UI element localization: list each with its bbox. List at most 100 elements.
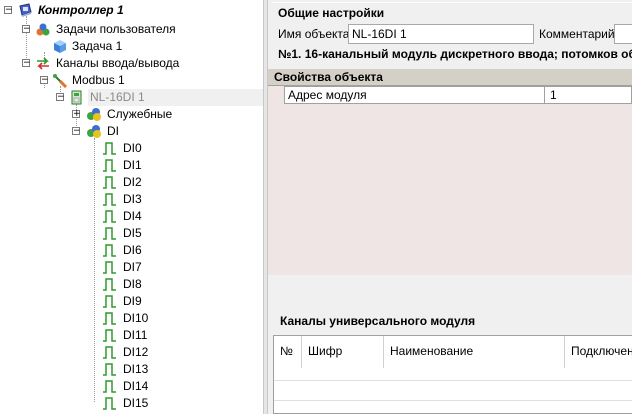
tree-item-label: DI14 [123,379,149,393]
tree-item-label: DI7 [123,260,142,274]
tree-item-label: Служебные [107,107,173,121]
group-icon [87,125,101,138]
controller-icon [19,3,32,17]
tree-item-label: DI10 [123,311,149,325]
digital-pulse-icon [103,227,116,240]
group-icon [87,108,101,121]
object-name-input[interactable]: NL-16DI 1 [348,24,534,44]
io-channels-icon [37,57,49,70]
digital-pulse-icon [103,295,116,308]
task-cube-icon [54,40,66,53]
digital-pulse-icon [103,363,116,376]
tree-item-label: DI4 [123,209,142,223]
digital-pulse-icon [103,329,116,342]
tree-item-di-channel[interactable]: DI15 [0,395,263,412]
properties-panel: Общие настройки Имя объекта NL-16DI 1 Ко… [268,0,632,414]
digital-pulse-icon [103,312,116,325]
collapse-icon[interactable]: − [4,6,13,15]
tree-item-di-channel[interactable]: DI13 [0,361,263,378]
divider [274,380,632,381]
expand-icon[interactable]: + [72,110,81,119]
tree-item-di-channel[interactable]: DI14 [0,378,263,395]
object-properties-title: Свойства объекта [274,70,383,84]
object-name-label: Имя объекта [278,27,350,41]
tree-item-controller[interactable]: − Контроллер 1 [0,2,263,19]
tree-item-label: DI13 [123,362,149,376]
digital-pulse-icon [103,159,116,172]
property-value[interactable]: 1 [550,88,557,102]
tree-item-label: Каналы ввода/вывода [56,56,180,70]
digital-pulse-icon [103,142,116,155]
column-header-name[interactable]: Наименование [384,336,565,368]
tree-item-label: NL-16DI 1 [88,89,263,106]
digital-pulse-icon [103,380,116,393]
tree-item-di-channel[interactable]: DI12 [0,344,263,361]
digital-pulse-icon [103,176,116,189]
column-header-code[interactable]: Шифр [302,336,384,368]
object-properties-grid: Адрес модуля 1 [268,86,632,275]
divider [544,87,545,103]
tree-item-label: DI6 [123,243,142,257]
tree-item-di-channel[interactable]: DI11 [0,327,263,344]
tree-item-di-channel[interactable]: DI9 [0,293,263,310]
digital-pulse-icon [103,278,116,291]
tree-item-label: Задачи пользователя [56,22,176,36]
digital-pulse-icon [103,210,116,223]
collapse-icon[interactable]: − [72,127,81,136]
tree-item-label: DI12 [123,345,149,359]
digital-pulse-icon [103,261,116,274]
tree-item-task1[interactable]: Задача 1 [0,38,263,55]
property-row[interactable]: Адрес модуля 1 [284,86,632,104]
tree-item-user-tasks[interactable]: − Задачи пользователя [0,21,263,38]
tree-item-label: DI2 [123,175,142,189]
modbus-icon [53,74,68,88]
digital-pulse-icon [103,346,116,359]
tree-item-di-group[interactable]: − DI [0,123,263,140]
object-tree[interactable]: − Контроллер 1 − Задачи пользователя Зад… [0,0,263,414]
object-properties-header: Свойства объекта [268,69,632,86]
tree-item-label: DI15 [123,396,149,410]
tree-item-label: DI0 [123,141,142,155]
tree-item-di-channel[interactable]: DI8 [0,276,263,293]
property-name: Адрес модуля [288,88,367,102]
comment-label: Комментарий [539,27,615,41]
tree-item-di-channel[interactable]: DI1 [0,157,263,174]
tree-item-label: Задача 1 [72,39,123,53]
column-header-connected[interactable]: Подключен [565,336,632,368]
tree-item-di-channel[interactable]: DI0 [0,140,263,157]
tree-item-label: DI11 [123,328,148,342]
collapse-icon[interactable]: − [22,25,31,34]
divider [274,400,632,401]
digital-pulse-icon [103,397,116,410]
tree-item-di-channel[interactable]: DI5 [0,225,263,242]
general-settings: Общие настройки Имя объекта NL-16DI 1 Ко… [272,2,632,66]
comment-input[interactable] [614,24,632,44]
tree-item-modbus[interactable]: − Modbus 1 [0,72,263,89]
tree-item-di-channel[interactable]: DI2 [0,174,263,191]
module-icon [71,90,82,105]
module-info: №1. 16-канальный модуль дискретного ввод… [278,47,632,61]
tree-item-di-channel[interactable]: DI4 [0,208,263,225]
collapse-icon[interactable]: − [56,93,65,102]
digital-pulse-icon [103,244,116,257]
tree-item-service[interactable]: + Служебные [0,106,263,123]
column-header-number[interactable]: № [274,336,302,368]
collapse-icon[interactable]: − [22,59,31,68]
tree-item-di-channel[interactable]: DI3 [0,191,263,208]
tree-item-io-channels[interactable]: − Каналы ввода/вывода [0,55,263,72]
channels-table[interactable]: № Шифр Наименование Подключен [273,335,632,414]
tree-item-label: Контроллер 1 [38,3,124,17]
tree-item-nl16di[interactable]: − NL-16DI 1 [53,89,263,106]
tree-item-label: DI5 [123,226,142,240]
tree-item-di-channel[interactable]: DI7 [0,259,263,276]
digital-pulse-icon [103,193,116,206]
tree-item-di-channel[interactable]: DI6 [0,242,263,259]
tree-item-label: DI8 [123,277,142,291]
channels-table-title: Каналы универсального модуля [280,314,476,328]
tasks-icon [36,23,50,36]
tree-item-label: DI9 [123,294,142,308]
tree-item-di-channel[interactable]: DI10 [0,310,263,327]
collapse-icon[interactable]: − [40,76,49,85]
tree-item-label: Modbus 1 [72,73,125,87]
tree-item-label: DI3 [123,192,142,206]
